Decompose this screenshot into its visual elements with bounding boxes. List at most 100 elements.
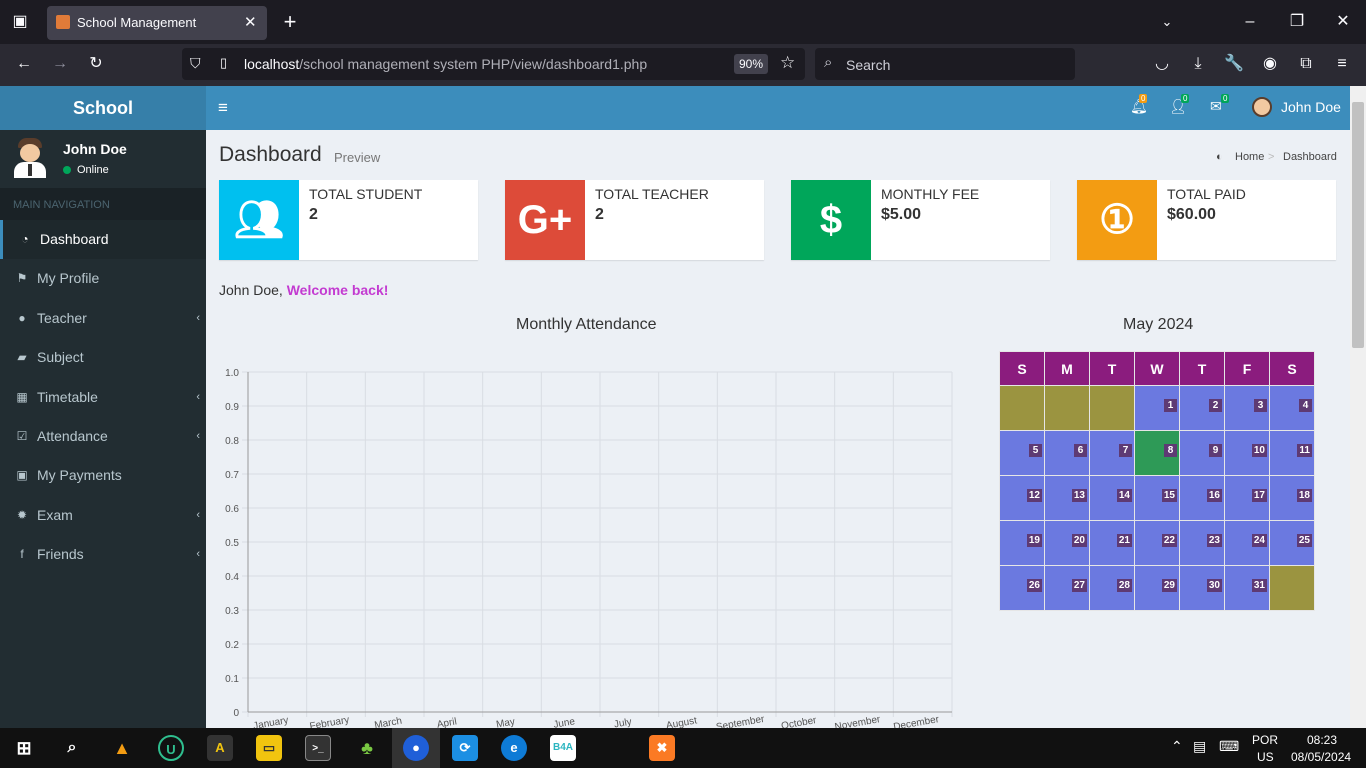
windows-start-icon[interactable]: ⊞: [11, 735, 37, 761]
shield-icon[interactable]: ⛉: [190, 55, 201, 72]
url-bar[interactable]: ⛉ ▯ localhost/school management system P…: [182, 48, 805, 80]
clock-date[interactable]: 08/05/2024: [1291, 750, 1351, 764]
calendar-day[interactable]: 3: [1224, 385, 1270, 431]
forward-icon[interactable]: →: [48, 52, 72, 76]
sidebar-item-my-payments[interactable]: ▣ My Payments: [0, 456, 206, 495]
extensions-icon[interactable]: ⧉: [1294, 52, 1318, 76]
back-icon[interactable]: ←: [12, 52, 36, 76]
sync-app-icon[interactable]: ⟳: [452, 735, 478, 761]
tab-close-icon[interactable]: ✕: [244, 13, 257, 31]
xampp-icon[interactable]: ✖: [649, 735, 675, 761]
browser-tab[interactable]: School Management ✕: [47, 6, 267, 40]
taskbar-search-icon[interactable]: ⌕: [59, 735, 85, 761]
calendar-day-number: 1: [1164, 399, 1177, 412]
chevron-left-icon: ‹: [196, 548, 200, 561]
calendar-day[interactable]: 28: [1089, 565, 1135, 611]
calendar-day[interactable]: 6: [1044, 430, 1090, 476]
keyboard-icon[interactable]: ⌨: [1219, 738, 1239, 755]
calendar-day[interactable]: 25: [1269, 520, 1315, 566]
calendar-day[interactable]: 17: [1224, 475, 1270, 521]
calendar-day[interactable]: 9: [1179, 430, 1225, 476]
bookmark-star-icon[interactable]: ☆: [780, 53, 795, 73]
calendar-day[interactable]: 30: [1179, 565, 1225, 611]
calendar-day[interactable]: 1: [1134, 385, 1180, 431]
calendar-day[interactable]: 10: [1224, 430, 1270, 476]
region-indicator[interactable]: US: [1257, 750, 1274, 764]
breadcrumb-home[interactable]: Home: [1235, 151, 1264, 163]
sidebar-item-dashboard[interactable]: ◔ Dashboard: [0, 220, 206, 259]
calendar-day[interactable]: 11: [1269, 430, 1315, 476]
reload-icon[interactable]: ↻: [84, 52, 108, 76]
calendar-day[interactable]: 16: [1179, 475, 1225, 521]
calendar-day[interactable]: 27: [1044, 565, 1090, 611]
sidebar-item-teacher[interactable]: ● Teacher ‹: [0, 299, 206, 338]
firefox-icon[interactable]: ●: [403, 735, 429, 761]
calendar-day-today[interactable]: 8: [1134, 430, 1180, 476]
calendar-day[interactable]: 20: [1044, 520, 1090, 566]
page-scrollbar-thumb[interactable]: [1352, 102, 1364, 348]
messages-envelope-icon[interactable]: ✉: [1210, 98, 1222, 115]
search-input[interactable]: Search: [846, 57, 890, 73]
calendar-day[interactable]: 22: [1134, 520, 1180, 566]
new-tab-icon[interactable]: +: [278, 10, 302, 34]
messages-count-badge: 0: [1221, 94, 1230, 103]
calendar-day[interactable]: 2: [1179, 385, 1225, 431]
file-explorer-icon[interactable]: ▭: [256, 735, 282, 761]
topnav-avatar[interactable]: [1252, 97, 1272, 117]
calendar-day[interactable]: 26: [999, 565, 1045, 611]
calendar-day[interactable]: 18: [1269, 475, 1315, 521]
calendar-day[interactable]: 13: [1044, 475, 1090, 521]
info-box-total-paid: ① TOTAL PAID $60.00: [1077, 180, 1336, 260]
sidebar-toggle-icon[interactable]: ≡: [218, 98, 228, 118]
pocket-icon[interactable]: ◡: [1150, 52, 1174, 76]
clock-time[interactable]: 08:23: [1307, 733, 1337, 747]
topnav-user-name[interactable]: John Doe: [1281, 99, 1341, 115]
calendar-day[interactable]: 23: [1179, 520, 1225, 566]
maximize-icon[interactable]: ❐: [1285, 10, 1309, 34]
calendar-day[interactable]: 19: [999, 520, 1045, 566]
chart-ytick-label: 0.8: [225, 436, 239, 447]
app-a-icon[interactable]: A: [207, 735, 233, 761]
b4a-icon[interactable]: B4A: [550, 735, 576, 761]
calendar-check-icon: ☑: [16, 429, 28, 443]
calendar-day[interactable]: 24: [1224, 520, 1270, 566]
calendar-day[interactable]: 12: [999, 475, 1045, 521]
minimize-icon[interactable]: –: [1238, 10, 1262, 34]
zoom-badge[interactable]: 90%: [734, 54, 769, 74]
money-icon: ①: [1077, 180, 1157, 260]
calendar-day[interactable]: 15: [1134, 475, 1180, 521]
language-indicator[interactable]: POR: [1252, 733, 1278, 747]
notes-icon[interactable]: ▤: [1193, 738, 1206, 755]
download-icon[interactable]: ⤓: [1186, 52, 1210, 76]
sidebar-item-subject[interactable]: ▰ Subject: [0, 338, 206, 377]
vlc-icon[interactable]: ▲: [109, 735, 135, 761]
calendar-day[interactable]: 14: [1089, 475, 1135, 521]
tab-overflow-chevron-icon[interactable]: ⌄: [1155, 10, 1179, 34]
menu-icon[interactable]: ≡: [1330, 52, 1354, 76]
sidebar-user-name: John Doe: [63, 141, 127, 157]
calendar-day[interactable]: 5: [999, 430, 1045, 476]
tab-list-icon[interactable]: ▣: [8, 10, 32, 34]
search-bar[interactable]: ⌕ Search: [815, 48, 1075, 80]
terminal-icon[interactable]: >_: [305, 735, 331, 761]
sidebar-item-timetable[interactable]: ▦ Timetable ‹: [0, 378, 206, 417]
sidebar-item-exam[interactable]: ✹ Exam ‹: [0, 496, 206, 535]
calendar-weekday-header: M: [1044, 351, 1090, 386]
calendar-day[interactable]: 7: [1089, 430, 1135, 476]
sidebar-item-friends[interactable]: f Friends ‹: [0, 535, 206, 574]
calendar-day[interactable]: 31: [1224, 565, 1270, 611]
calendar-day[interactable]: 4: [1269, 385, 1315, 431]
sidebar-item-my-profile[interactable]: ⚑ My Profile: [0, 259, 206, 298]
calendar-day[interactable]: 29: [1134, 565, 1180, 611]
u-app-icon[interactable]: U: [158, 735, 184, 761]
window-close-icon[interactable]: ✕: [1331, 10, 1355, 34]
wrench-icon[interactable]: 🔧: [1222, 52, 1246, 76]
clover-icon[interactable]: ♣: [354, 735, 380, 761]
account-icon[interactable]: ◉: [1258, 52, 1282, 76]
sidebar-item-attendance[interactable]: ☑ Attendance ‹: [0, 417, 206, 456]
calendar-day[interactable]: 21: [1089, 520, 1135, 566]
edge-icon[interactable]: e: [501, 735, 527, 761]
app-logo[interactable]: School: [0, 86, 206, 130]
tray-chevron-icon[interactable]: ⌃: [1171, 738, 1183, 755]
chevron-left-icon: ‹: [196, 430, 200, 442]
